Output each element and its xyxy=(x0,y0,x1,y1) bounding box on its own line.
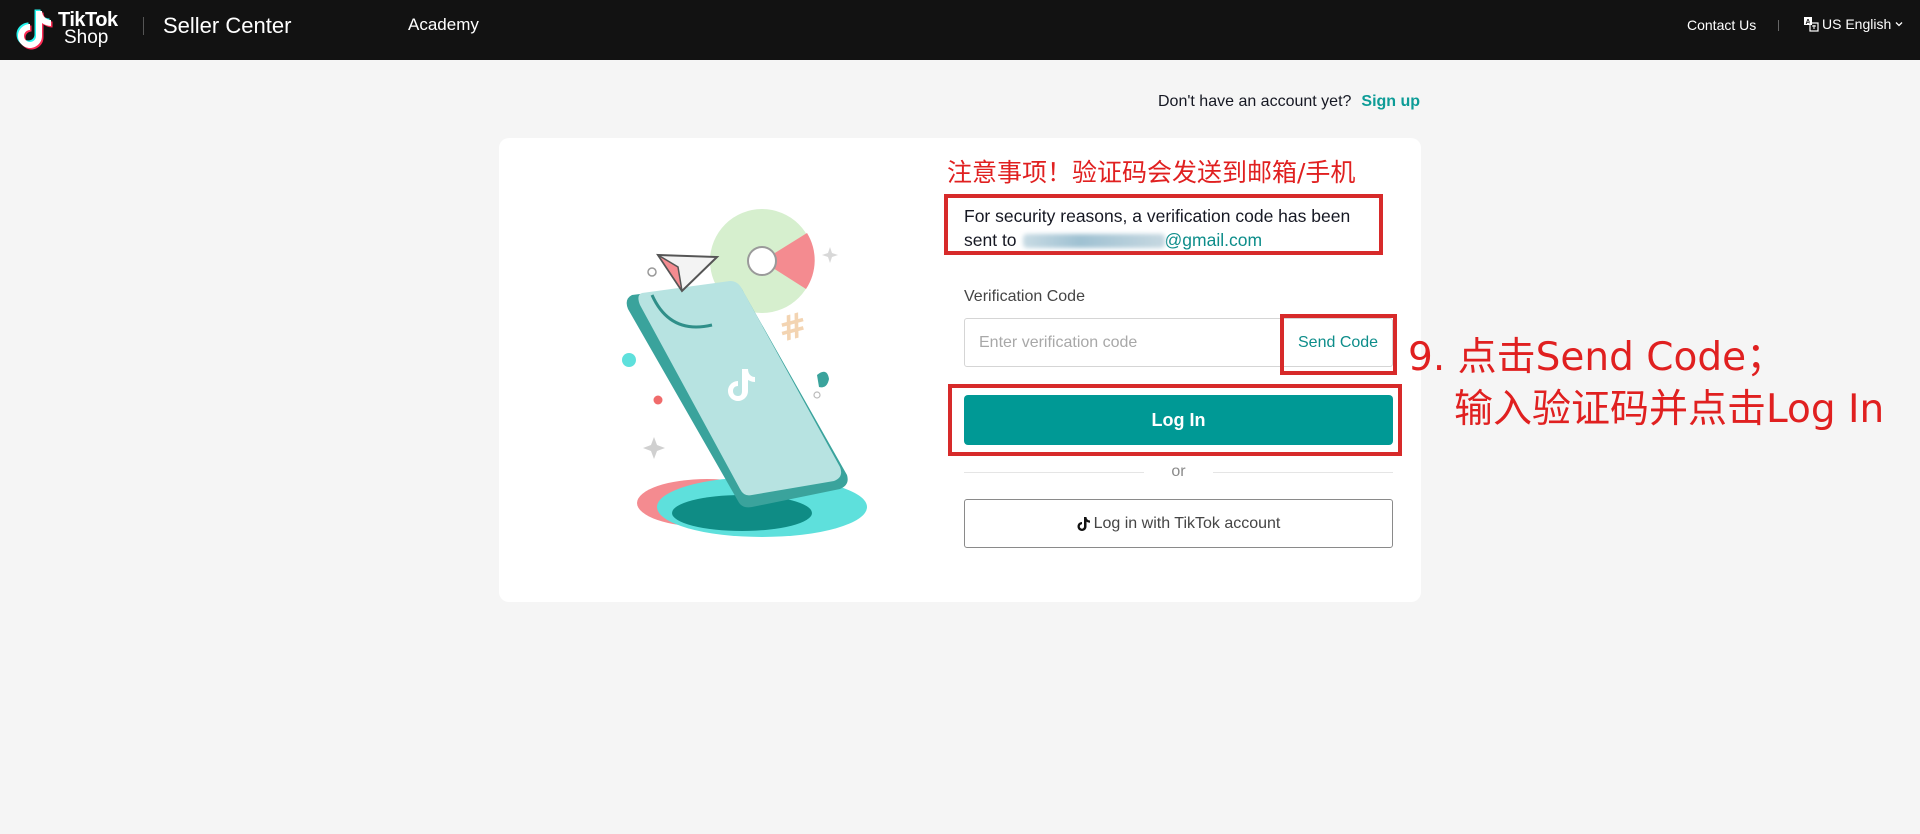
tiktok-shop-logo[interactable]: TikTok Shop xyxy=(14,4,124,54)
chevron-down-icon xyxy=(1895,22,1903,27)
nav-academy-link[interactable]: Academy xyxy=(408,15,479,35)
signup-link[interactable]: Sign up xyxy=(1361,93,1420,111)
send-code-button[interactable]: Send Code xyxy=(1298,334,1378,352)
signup-prompt-row: Don't have an account yet? Sign up xyxy=(1158,93,1420,111)
language-label: US English xyxy=(1822,16,1892,32)
tiktok-login-button[interactable]: Log in with TikTok account xyxy=(964,499,1393,548)
signup-prompt: Don't have an account yet? xyxy=(1158,93,1352,110)
login-button[interactable]: Log In xyxy=(964,395,1393,445)
annotation-step-instructions: 9. 点击Send Code； 输入验证码并点击Log In xyxy=(1408,332,1884,436)
divider-line-right xyxy=(1213,472,1393,473)
annotation-step-line1: 9. 点击Send Code； xyxy=(1408,335,1786,380)
phone-body-shape xyxy=(638,281,842,496)
tiktok-logo-icon xyxy=(16,9,53,50)
translate-icon: A xyxy=(1804,17,1819,32)
svg-text:#: # xyxy=(774,305,812,351)
language-selector[interactable]: A US English xyxy=(1803,16,1904,32)
top-navigation-bar: TikTok Shop Seller Center Academy Contac… xyxy=(0,0,1920,60)
verification-code-input[interactable] xyxy=(965,319,1285,366)
nav-divider xyxy=(1778,20,1779,31)
tiktok-small-icon xyxy=(1077,517,1090,531)
security-message: For security reasons, a verification cod… xyxy=(964,204,1384,252)
contact-us-link[interactable]: Contact Us xyxy=(1687,17,1756,33)
annotation-step-line2: 输入验证码并点击Log In xyxy=(1454,387,1885,432)
brand-title[interactable]: Seller Center xyxy=(163,13,291,39)
verification-code-label: Verification Code xyxy=(964,288,1085,305)
or-divider: or xyxy=(964,462,1393,482)
tiktok-login-label: Log in with TikTok account xyxy=(1093,514,1281,532)
annotation-notice: 注意事项！验证码会发送到邮箱/手机 xyxy=(947,158,1356,187)
logo-wordmark: TikTok Shop xyxy=(58,10,118,48)
logo-line-shop: Shop xyxy=(64,27,109,48)
brand-divider xyxy=(143,17,144,35)
masked-email-local-part xyxy=(1022,234,1165,249)
phone-illustration: # xyxy=(622,209,867,537)
email-domain: @gmail.com xyxy=(1164,230,1263,250)
